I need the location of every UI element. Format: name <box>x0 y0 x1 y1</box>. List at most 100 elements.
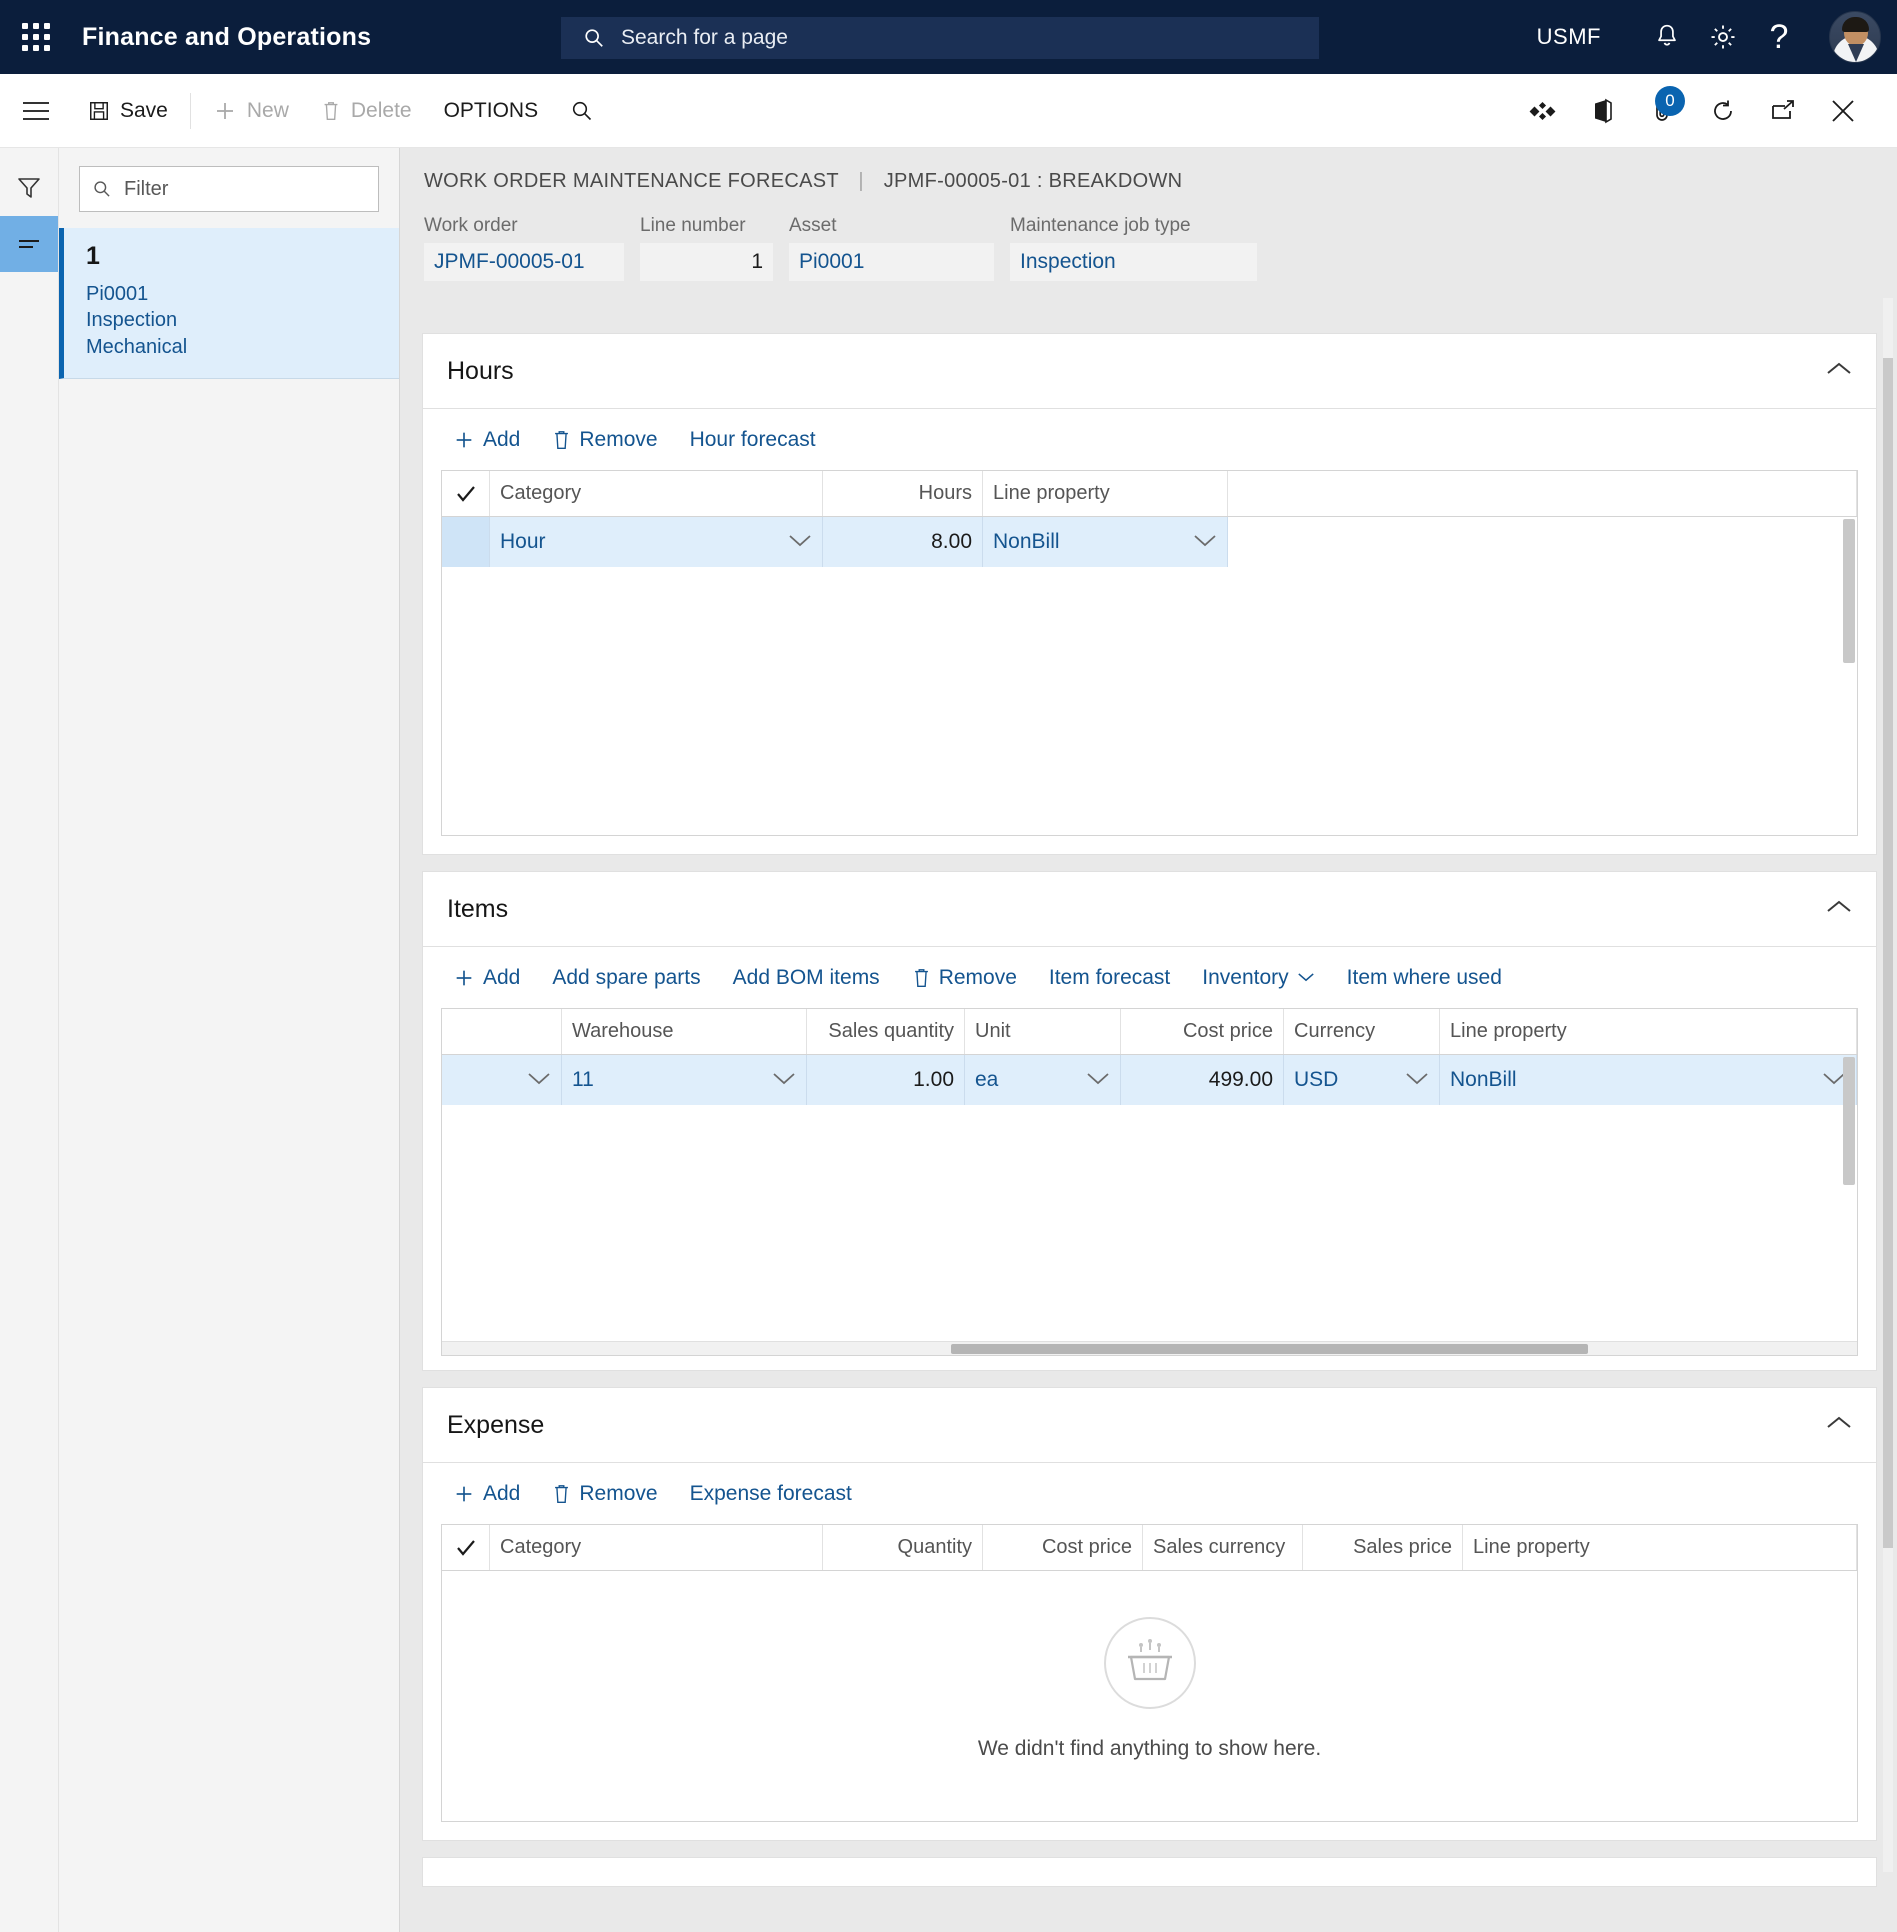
hours-grid-row[interactable]: Hour 8.00 NonBill <box>442 517 1857 567</box>
hour-forecast-button[interactable]: Hour forecast <box>674 409 832 471</box>
new-button[interactable]: New <box>197 74 305 148</box>
hours-row-select[interactable] <box>442 517 490 567</box>
field-work-order-value[interactable]: JPMF-00005-01 <box>424 243 624 281</box>
app-launcher-button[interactable] <box>0 0 72 74</box>
items-col-cost-price[interactable]: Cost price <box>1121 1009 1284 1054</box>
items-col-sales-quantity[interactable]: Sales quantity <box>807 1009 965 1054</box>
help-button[interactable]: ? <box>1751 0 1807 74</box>
hours-grid-vertical-scrollbar[interactable] <box>1843 519 1855 831</box>
action-search-button[interactable] <box>554 74 610 148</box>
save-button[interactable]: Save <box>72 74 184 148</box>
items-grid-row[interactable]: 11 1.00 ea 499.00 USD NonBill <box>442 1055 1857 1105</box>
refresh-button[interactable] <box>1693 74 1753 148</box>
field-maintenance-job-type-label: Maintenance job type <box>1010 215 1191 236</box>
expense-forecast-button[interactable]: Expense forecast <box>674 1463 868 1525</box>
expense-col-sales-currency[interactable]: Sales currency <box>1143 1525 1303 1570</box>
hours-col-hours[interactable]: Hours <box>823 471 983 516</box>
plus-icon <box>456 1486 472 1501</box>
expense-add-button[interactable]: Add <box>437 1463 536 1525</box>
chevron-down-icon[interactable] <box>527 1068 551 1092</box>
items-col-first[interactable] <box>442 1009 562 1054</box>
add-spare-parts-button[interactable]: Add spare parts <box>536 947 716 1009</box>
items-section-header[interactable]: Items <box>423 872 1876 946</box>
items-add-button[interactable]: Add <box>437 947 536 1009</box>
items-cell-first[interactable] <box>442 1055 562 1105</box>
expense-col-select[interactable] <box>442 1525 490 1570</box>
settings-button[interactable] <box>1695 0 1751 74</box>
hours-col-select[interactable] <box>442 471 490 516</box>
items-col-line-property[interactable]: Line property <box>1440 1009 1857 1054</box>
chevron-down-icon[interactable] <box>788 530 812 554</box>
filter-funnel-icon <box>18 178 40 198</box>
items-cell-cost-price[interactable]: 499.00 <box>1121 1055 1284 1105</box>
chevron-down-icon[interactable] <box>1193 530 1217 554</box>
chevron-up-icon[interactable] <box>1826 361 1852 382</box>
record-list-item[interactable]: 1 Pi0001 Inspection Mechanical <box>59 228 399 380</box>
item-where-used-button[interactable]: Item where used <box>1331 947 1518 1009</box>
rail-filter-button[interactable] <box>0 160 58 216</box>
filter-input[interactable]: Filter <box>79 166 379 212</box>
company-selector[interactable]: USMF <box>1537 24 1601 50</box>
chevron-down-icon[interactable] <box>1405 1068 1429 1092</box>
items-add-label: Add <box>483 965 521 989</box>
chevron-down-icon[interactable] <box>772 1068 796 1092</box>
items-col-warehouse[interactable]: Warehouse <box>562 1009 807 1054</box>
add-bom-items-button[interactable]: Add BOM items <box>717 947 896 1009</box>
expense-col-sales-price[interactable]: Sales price <box>1303 1525 1463 1570</box>
expense-col-category[interactable]: Category <box>490 1525 823 1570</box>
chevron-up-icon[interactable] <box>1826 1415 1852 1436</box>
hours-cell-category-text: Hour <box>500 530 546 553</box>
items-cell-sales-quantity[interactable]: 1.00 <box>807 1055 965 1105</box>
field-line-number-value[interactable]: 1 <box>640 243 773 281</box>
chevron-down-icon[interactable] <box>1086 1068 1110 1092</box>
expense-col-line-property[interactable]: Line property <box>1463 1525 1857 1570</box>
items-grid-vertical-scrollbar[interactable] <box>1843 1057 1855 1335</box>
items-cell-warehouse[interactable]: 11 <box>562 1055 807 1105</box>
field-asset-value[interactable]: Pi0001 <box>789 243 994 281</box>
hours-cell-category[interactable]: Hour <box>490 517 823 567</box>
office-button[interactable] <box>1573 74 1633 148</box>
user-avatar[interactable] <box>1829 11 1881 63</box>
notifications-button[interactable] <box>1639 0 1695 74</box>
items-cell-line-property[interactable]: NonBill <box>1440 1055 1857 1105</box>
items-grid-hscroll-thumb[interactable] <box>951 1344 1589 1354</box>
nav-menu-toggle[interactable] <box>0 74 72 148</box>
expense-col-quantity[interactable]: Quantity <box>823 1525 983 1570</box>
share-button[interactable] <box>1513 74 1573 148</box>
save-button-label: Save <box>120 98 168 122</box>
inventory-menu-button[interactable]: Inventory <box>1186 947 1330 1009</box>
expense-remove-button[interactable]: Remove <box>536 1463 673 1525</box>
rail-list-button[interactable] <box>0 216 58 272</box>
refresh-icon <box>1714 100 1732 120</box>
hours-remove-button[interactable]: Remove <box>536 409 673 471</box>
page-vertical-scrollbar[interactable] <box>1883 298 1893 1872</box>
item-forecast-button[interactable]: Item forecast <box>1033 947 1186 1009</box>
field-maintenance-job-type-value[interactable]: Inspection <box>1010 243 1257 281</box>
attachments-button[interactable]: 0 <box>1633 74 1693 148</box>
items-grid-horizontal-scrollbar[interactable] <box>442 1341 1857 1355</box>
hours-grid-scroll-thumb[interactable] <box>1843 519 1855 663</box>
items-grid-vscroll-thumb[interactable] <box>1843 1057 1855 1185</box>
items-col-unit[interactable]: Unit <box>965 1009 1121 1054</box>
hours-col-category[interactable]: Category <box>490 471 823 516</box>
hours-add-button[interactable]: Add <box>437 409 536 471</box>
global-search-box[interactable]: Search for a page <box>561 17 1319 59</box>
hours-cell-line-property[interactable]: NonBill <box>983 517 1228 567</box>
close-button[interactable] <box>1813 74 1873 148</box>
expense-col-cost-price[interactable]: Cost price <box>983 1525 1143 1570</box>
items-cell-currency[interactable]: USD <box>1284 1055 1440 1105</box>
breadcrumb-page[interactable]: WORK ORDER MAINTENANCE FORECAST <box>424 170 839 192</box>
chevron-up-icon[interactable] <box>1826 899 1852 920</box>
hours-remove-label: Remove <box>579 427 658 451</box>
items-cell-unit[interactable]: ea <box>965 1055 1121 1105</box>
popout-button[interactable] <box>1753 74 1813 148</box>
items-remove-button[interactable]: Remove <box>896 947 1033 1009</box>
options-tab[interactable]: OPTIONS <box>428 74 555 148</box>
delete-button[interactable]: Delete <box>305 74 428 148</box>
page-scroll-thumb[interactable] <box>1883 358 1893 1548</box>
expense-section-header[interactable]: Expense <box>423 1388 1876 1462</box>
hours-cell-hours[interactable]: 8.00 <box>823 517 983 567</box>
hours-col-line-property[interactable]: Line property <box>983 471 1228 516</box>
items-col-currency[interactable]: Currency <box>1284 1009 1440 1054</box>
hours-section-header[interactable]: Hours <box>423 334 1876 408</box>
